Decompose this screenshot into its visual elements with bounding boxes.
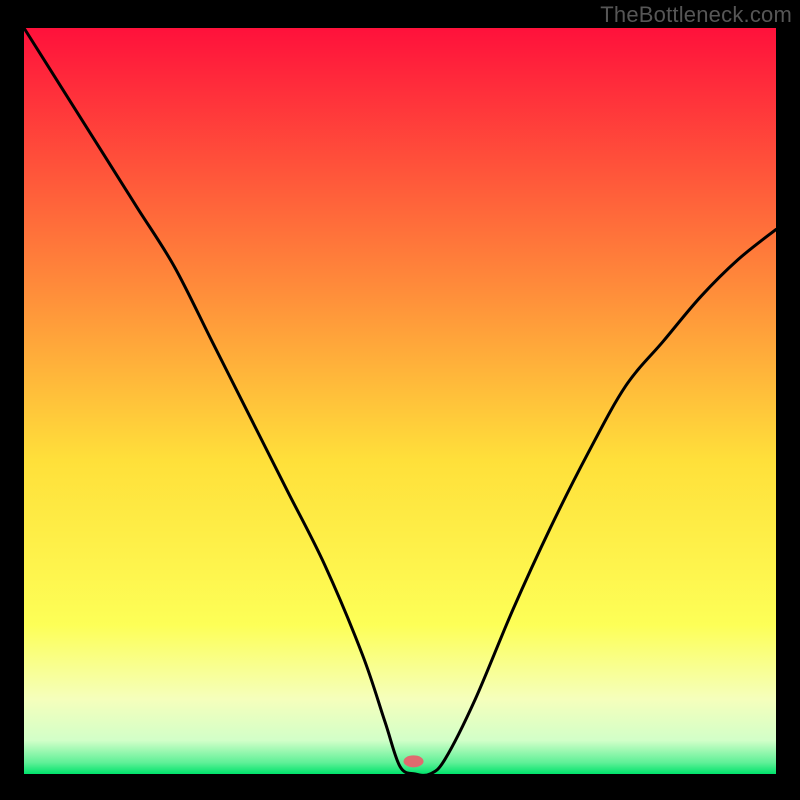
plot-background (24, 28, 776, 774)
bottleneck-chart (0, 0, 800, 800)
minimum-marker (404, 755, 424, 767)
chart-frame: { "watermark": "TheBottleneck.com", "cha… (0, 0, 800, 800)
watermark-text: TheBottleneck.com (600, 2, 792, 28)
